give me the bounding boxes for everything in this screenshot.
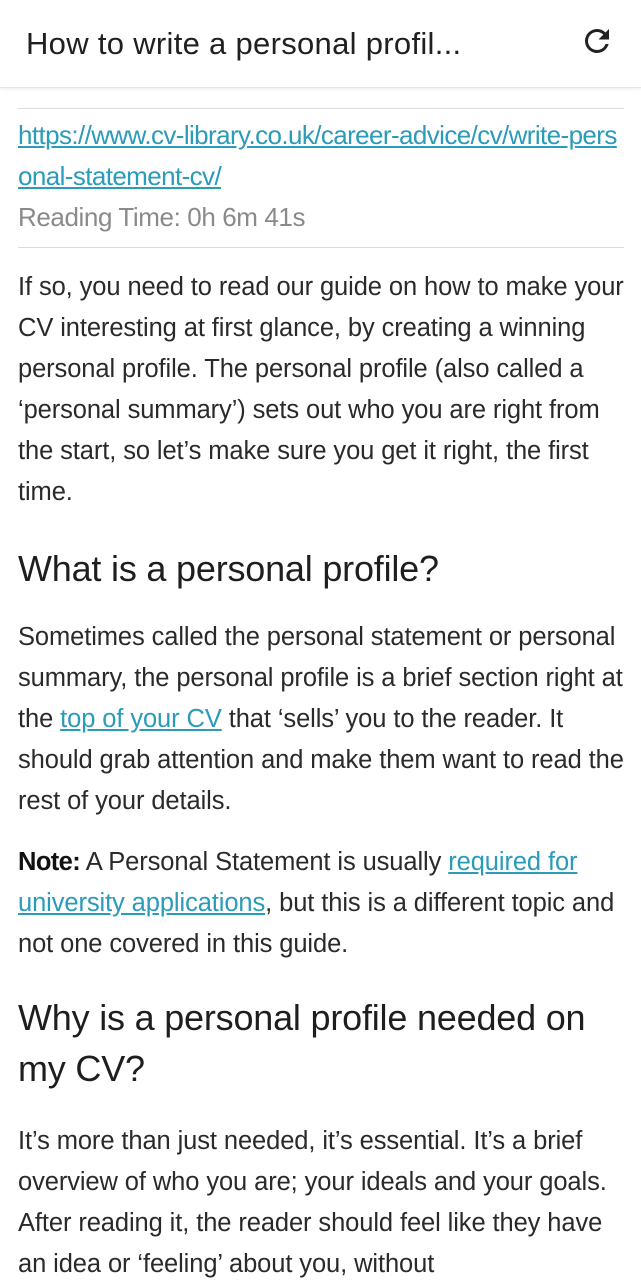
article-meta: https://www.cv-library.co.uk/career-advi…	[18, 108, 624, 248]
reload-button[interactable]	[577, 24, 617, 64]
source-url-link[interactable]: https://www.cv-library.co.uk/career-advi…	[18, 120, 617, 191]
what-paragraph: Sometimes called the personal statement …	[18, 617, 624, 822]
app-bar: How to write a personal profil...	[0, 0, 641, 88]
note-label: Note:	[18, 848, 81, 876]
note-text-before-link: A Personal Statement is usually	[80, 848, 449, 876]
heading-what-is-personal-profile: What is a personal profile?	[18, 548, 439, 589]
article-content: https://www.cv-library.co.uk/career-advi…	[18, 108, 624, 1285]
top-of-cv-link[interactable]: top of your CV	[60, 705, 222, 733]
heading-why-needed: Why is a personal profile needed on my C…	[18, 997, 586, 1089]
intro-paragraph: If so, you need to read our guide on how…	[18, 273, 624, 506]
reading-time: Reading Time: 0h 6m 41s	[18, 202, 306, 232]
note-paragraph: Note: A Personal Statement is usually re…	[18, 842, 624, 965]
why-paragraph: It’s more than just needed, it’s essenti…	[18, 1127, 607, 1278]
page-title: How to write a personal profil...	[26, 25, 462, 61]
reload-icon	[579, 23, 615, 64]
